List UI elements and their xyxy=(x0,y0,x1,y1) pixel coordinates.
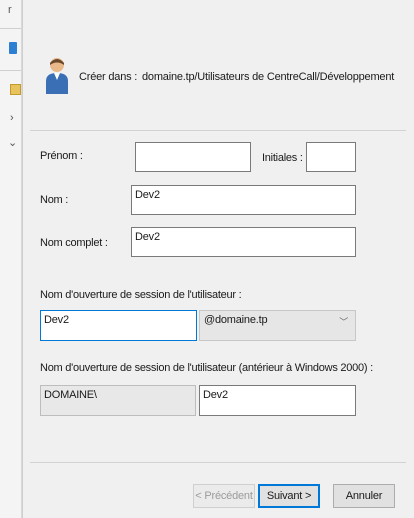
logon-name-label: Nom d'ouverture de session de l'utilisat… xyxy=(40,289,242,301)
background-app-icon xyxy=(9,42,17,54)
background-divider xyxy=(0,70,21,71)
background-collapse-icon: ⌄ xyxy=(8,137,18,149)
background-folder-icon xyxy=(10,84,21,95)
header-separator xyxy=(30,130,406,131)
full-name-input[interactable]: Dev2 xyxy=(131,227,356,257)
initials-label: Initiales : xyxy=(262,152,303,164)
cancel-button[interactable]: Annuler xyxy=(333,484,395,508)
full-name-label: Nom complet : xyxy=(40,237,108,249)
pre2000-logon-label: Nom d'ouverture de session de l'utilisat… xyxy=(40,362,373,374)
footer-separator xyxy=(30,462,406,463)
domain-suffix-select[interactable]: @domaine.tp ﹀ xyxy=(199,310,356,341)
pre2000-logon-input[interactable]: Dev2 xyxy=(199,385,356,416)
background-window-strip: r › ⌄ xyxy=(0,0,22,518)
create-in-label: Créer dans : xyxy=(79,71,138,83)
logon-name-input[interactable]: Dev2 xyxy=(40,310,197,341)
dialog-border xyxy=(22,0,23,518)
domain-suffix-value: @domaine.tp xyxy=(204,314,268,326)
background-divider xyxy=(0,28,21,29)
pre2000-domain-field: DOMAINE\ xyxy=(40,385,196,416)
user-icon xyxy=(46,58,68,94)
background-menu-glyph: r xyxy=(8,4,12,16)
chevron-down-icon: ﹀ xyxy=(339,317,348,327)
next-button[interactable]: Suivant > xyxy=(258,484,320,508)
last-name-input[interactable]: Dev2 xyxy=(131,185,356,215)
last-name-label: Nom : xyxy=(40,194,69,206)
background-expand-icon: › xyxy=(10,112,14,124)
previous-button[interactable]: < Précédent xyxy=(193,484,255,508)
first-name-label: Prénom : xyxy=(40,150,83,162)
initials-input[interactable] xyxy=(306,142,356,172)
first-name-input[interactable] xyxy=(135,142,251,172)
create-in-path: domaine.tp/Utilisateurs de CentreCall/Dé… xyxy=(142,71,395,83)
